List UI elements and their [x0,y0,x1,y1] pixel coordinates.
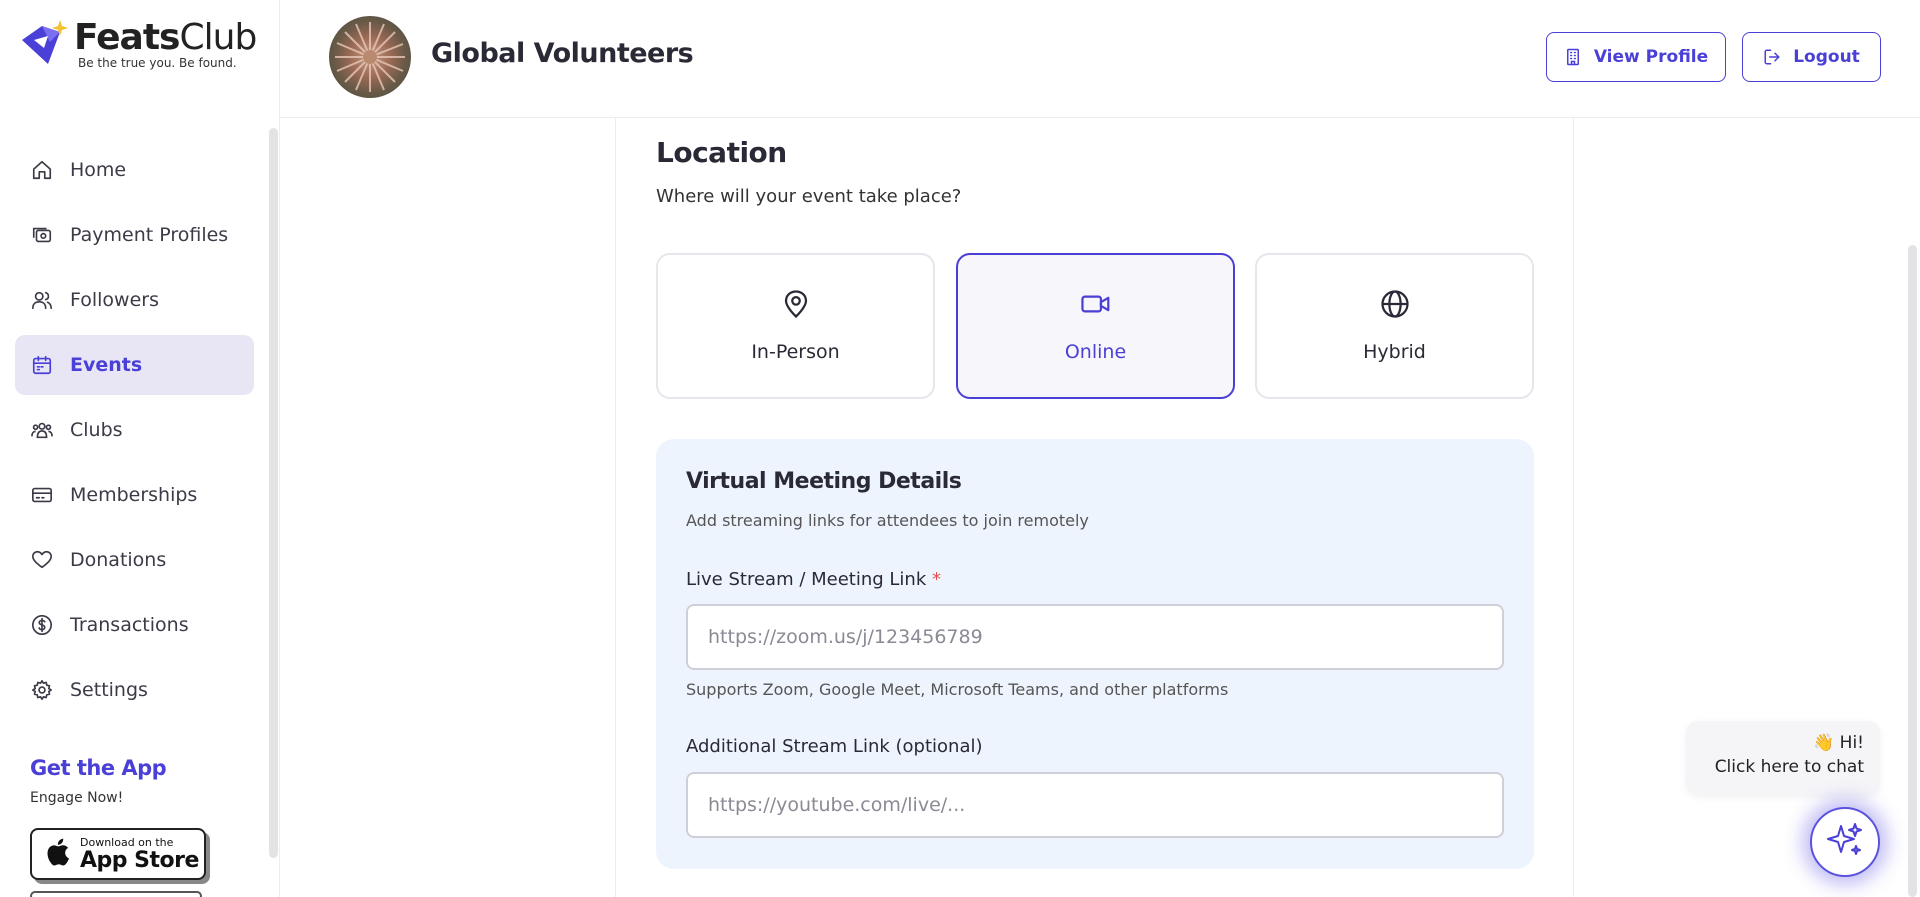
brand-name-light: Club [179,17,257,58]
meeting-link-help: Supports Zoom, Google Meet, Microsoft Te… [686,680,1229,699]
brand-logo[interactable]: FeatsClub Be the true you. Be found. [20,17,257,70]
sidebar-item-home[interactable]: Home [15,140,254,200]
sidebar-item-clubs[interactable]: Clubs [15,400,254,460]
chat-launcher-button[interactable] [1810,807,1880,877]
card-icon [30,483,54,507]
app-store-button[interactable]: Download on the App Store [30,828,206,880]
chat-prompt-bubble[interactable]: 👋 Hi! Click here to chat [1686,721,1880,795]
building-icon [1564,48,1582,66]
gear-icon [30,678,54,702]
meeting-link-label: Live Stream / Meeting Link * [686,569,942,590]
sidebar-item-memberships[interactable]: Memberships [15,465,254,525]
location-title: Location [656,136,787,169]
event-form-card: Location Where will your event take plac… [615,118,1574,897]
additional-link-label: Additional Stream Link (optional) [686,736,983,757]
sidebar-item-donations[interactable]: Donations [15,530,254,590]
sidebar-item-label: Settings [70,679,148,701]
location-option-label: Online [1064,341,1127,363]
brand-tagline: Be the true you. Be found. [78,56,237,70]
sidebar: FeatsClub Be the true you. Be found. Hom… [0,0,280,897]
apple-icon [44,837,70,871]
sidebar-item-events[interactable]: Events [15,335,254,395]
play-store-button[interactable] [30,891,202,897]
home-icon [30,158,54,182]
org-avatar [329,16,411,98]
location-option-online[interactable]: Online [956,253,1235,399]
virtual-meeting-title: Virtual Meeting Details [686,469,962,494]
view-profile-label: View Profile [1593,47,1709,67]
org-name: Global Volunteers [431,38,694,69]
logout-button[interactable]: Logout [1742,32,1881,82]
virtual-meeting-subtitle: Add streaming links for attendees to joi… [686,511,1089,530]
sidebar-item-label: Clubs [70,419,123,441]
sidebar-item-label: Events [70,354,143,376]
app-store-small-text: Download on the [80,835,174,849]
sidebar-item-followers[interactable]: Followers [15,270,254,330]
app-store-big-text: App Store [80,847,199,873]
sidebar-item-label: Transactions [70,614,189,636]
logout-label: Logout [1793,47,1860,67]
required-mark: * [932,569,942,590]
sidebar-item-label: Followers [70,289,159,311]
sidebar-item-payment-profiles[interactable]: Payment Profiles [15,205,254,265]
location-option-label: In-Person [751,341,840,363]
sidebar-item-label: Memberships [70,484,198,506]
location-option-in-person[interactable]: In-Person [656,253,935,399]
page-scrollbar[interactable] [1908,245,1917,897]
dollar-icon [30,613,54,637]
brand-name-bold: Feats [74,17,180,58]
sidebar-item-label: Payment Profiles [70,224,229,246]
sidebar-item-transactions[interactable]: Transactions [15,595,254,655]
sidebar-nav: Home Payment Profiles Followers Events C… [15,140,254,725]
location-option-hybrid[interactable]: Hybrid [1255,253,1534,399]
globe-icon [1380,289,1410,323]
map-pin-icon [781,289,811,323]
sidebar-item-label: Home [70,159,127,181]
video-icon [1080,289,1112,323]
sparkle-icon [1825,820,1865,864]
additional-link-input[interactable] [686,772,1504,838]
location-subtitle: Where will your event take place? [656,186,962,207]
logout-icon [1763,48,1781,66]
meeting-link-input[interactable] [686,604,1504,670]
heart-icon [30,548,54,572]
payment-icon [30,223,54,247]
chat-greeting: 👋 Hi! [1813,733,1864,753]
users-icon [30,288,54,312]
featsclub-logo-icon [20,18,72,70]
group-icon [30,418,54,442]
chat-cta: Click here to chat [1714,757,1864,777]
sidebar-item-label: Donations [70,549,167,571]
sidebar-item-settings[interactable]: Settings [15,660,254,720]
top-header: Global Volunteers View Profile Logout [280,0,1920,118]
view-profile-button[interactable]: View Profile [1546,32,1726,82]
location-option-label: Hybrid [1363,341,1426,363]
get-app-subtitle: Engage Now! [30,790,124,806]
calendar-icon [30,353,54,377]
sidebar-scrollbar[interactable] [269,128,278,858]
get-app-section: Get the App Engage Now! [30,756,167,806]
virtual-meeting-panel: Virtual Meeting Details Add streaming li… [656,439,1534,869]
get-app-title: Get the App [30,756,167,780]
